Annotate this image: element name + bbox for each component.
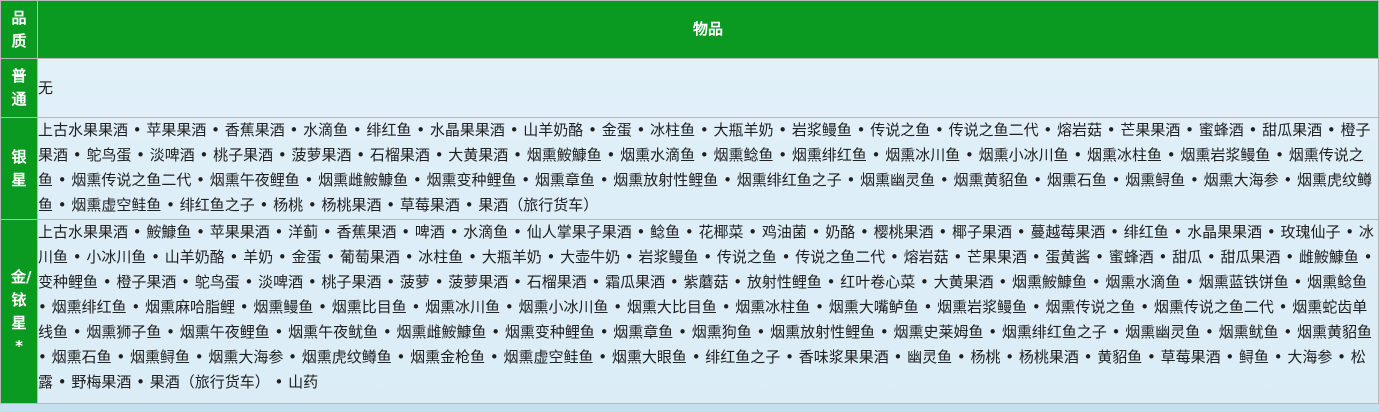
header-quality-label: 品质 [11, 8, 27, 50]
header-row: 品质 物品 [0, 0, 1379, 59]
table-row: 银星 上古水果果酒 • 苹果果酒 • 香蕉果酒 • 水滴鱼 • 绯红鱼 • 水晶… [0, 117, 1379, 220]
header-quality: 品质 [0, 0, 38, 59]
quality-cell: 普通 [0, 58, 38, 118]
table-row: 普通 无 [0, 58, 1379, 118]
quality-table: 品质 物品 普通 无 银星 上古水果果酒 • 苹果果酒 • 香蕉果酒 • 水滴鱼… [0, 0, 1379, 404]
table-row: 金/铱星* 上古水果果酒 • 鮟鱇鱼 • 苹果果酒 • 洋蓟 • 香蕉果酒 • … [0, 219, 1379, 404]
items-cell: 上古水果果酒 • 鮟鱇鱼 • 苹果果酒 • 洋蓟 • 香蕉果酒 • 啤酒 • 水… [37, 219, 1379, 404]
items-cell: 上古水果果酒 • 苹果果酒 • 香蕉果酒 • 水滴鱼 • 绯红鱼 • 水晶果果酒… [37, 117, 1379, 220]
items-cell: 无 [37, 58, 1379, 118]
quality-cell: 银星 [0, 117, 38, 220]
quality-label: 银星 [11, 147, 27, 189]
quality-label: 普通 [11, 67, 27, 108]
header-items: 物品 [37, 0, 1379, 59]
quality-cell: 金/铱星* [0, 219, 38, 404]
quality-label: 金/铱星* [11, 267, 32, 355]
